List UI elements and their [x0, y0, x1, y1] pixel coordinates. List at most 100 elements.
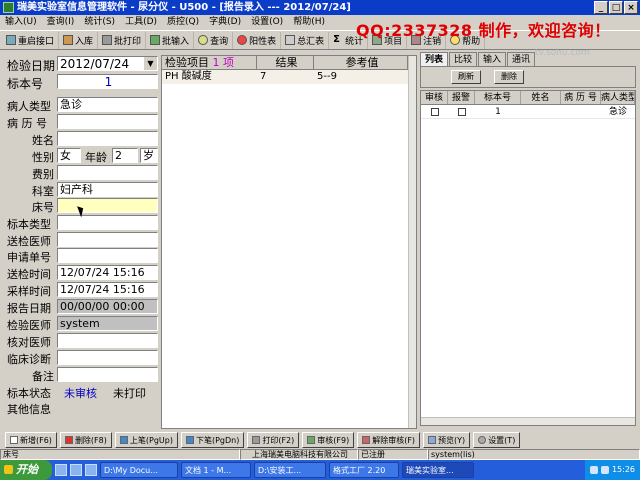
request-no-field[interactable] [57, 248, 158, 263]
report-date-field: 00/00/00 00:00 [57, 299, 158, 314]
new-button[interactable]: 新增(F6) [5, 432, 57, 448]
arrow-up-icon [119, 436, 128, 444]
record-no-field[interactable] [57, 114, 158, 129]
task-format-factory[interactable]: 格式工厂 2.20 [329, 462, 399, 478]
preview-icon [428, 436, 437, 444]
patient-type-field[interactable]: 急诊 [57, 97, 158, 112]
fee-field[interactable] [57, 165, 158, 180]
header-item: 检验项目 1 项 [162, 56, 257, 69]
menu-dict[interactable]: 字典(D) [204, 15, 246, 29]
table-icon [285, 35, 296, 45]
positive-icon [237, 35, 248, 45]
print-button[interactable]: 打印(F2) [247, 432, 300, 448]
delete-list-button[interactable]: 删除 [494, 70, 524, 84]
age-unit-field[interactable]: 岁 [140, 148, 158, 163]
prev-button[interactable]: 上笔(PgUp) [114, 432, 178, 448]
record-no-label: 病 历 号 [7, 117, 47, 130]
menu-query[interactable]: 查询(I) [42, 15, 80, 29]
preview-button[interactable]: 预览(Y) [423, 432, 471, 448]
media-icon[interactable] [85, 464, 97, 476]
test-date-label: 检验日期 [7, 59, 56, 73]
name-field[interactable] [57, 131, 158, 146]
refresh-button[interactable]: 刷新 [451, 70, 481, 84]
menu-settings[interactable]: 设置(O) [246, 15, 288, 29]
specimen-list-panel: 列表 比较 输入 通讯 刷新 删除 审核 报警 标本号 姓名 病 历 号 病人类… [420, 52, 636, 429]
send-time-label: 送检时间 [7, 268, 51, 281]
list-item[interactable]: 1 急诊 [421, 105, 635, 119]
minimize-button[interactable]: _ [594, 1, 608, 14]
toolbar-restart-interface[interactable]: 重启接口 [2, 31, 60, 49]
diagnosis-field[interactable] [57, 350, 158, 365]
name-label: 姓名 [32, 134, 54, 147]
age-label: 年龄 [85, 151, 107, 164]
sample-time-field[interactable]: 12/07/24 15:16 [57, 282, 158, 297]
result-row[interactable]: PH 酸碱度 7 5--9 [162, 70, 416, 84]
result-value[interactable]: 7 [257, 70, 314, 84]
menu-qc[interactable]: 质控(Q) [162, 15, 204, 29]
report-date-label: 报告日期 [7, 302, 51, 315]
action-buttons: 新增(F6) 删除(F8) 上笔(PgUp) 下笔(PgDn) 打印(F2) 审… [0, 431, 640, 449]
tester-label: 检验医师 [7, 319, 51, 332]
remark-field[interactable] [57, 367, 158, 382]
review-button[interactable]: 审核(F9) [302, 432, 355, 448]
close-button[interactable]: × [624, 1, 638, 14]
results-grid: 检验项目 1 项 结果 参考值 PH 酸碱度 7 5--9 [161, 55, 417, 429]
toolbar-query[interactable]: 查询 [194, 31, 234, 49]
new-icon [10, 436, 18, 444]
start-button[interactable]: 开始 [0, 460, 52, 480]
checker-label: 核对医师 [7, 336, 51, 349]
toolbar-batch-print[interactable]: 批打印 [98, 31, 147, 49]
checker-field[interactable] [57, 333, 158, 348]
chevron-down-icon[interactable]: ▼ [144, 57, 157, 70]
specimen-type-field[interactable] [57, 215, 158, 230]
remark-label: 备注 [32, 370, 54, 383]
menu-stats[interactable]: 统计(S) [79, 15, 120, 29]
toolbar-positive-table[interactable]: 阳性表 [233, 31, 282, 49]
settings-button[interactable]: 设置(T) [473, 432, 521, 448]
dept-field[interactable]: 妇产科 [57, 182, 158, 197]
menu-help[interactable]: 帮助(H) [288, 15, 330, 29]
send-time-field[interactable]: 12/07/24 15:16 [57, 265, 158, 280]
review-checkbox[interactable] [430, 108, 439, 116]
maximize-button[interactable]: □ [609, 1, 623, 14]
toolbar-summary-table[interactable]: 总汇表 [281, 31, 330, 49]
list-hscroll[interactable] [421, 417, 635, 425]
tab-comm[interactable]: 通讯 [507, 52, 536, 66]
status-review: 未审核 [64, 387, 97, 400]
sender-field[interactable] [57, 232, 158, 247]
alarm-checkbox[interactable] [457, 108, 466, 116]
tab-input[interactable]: 输入 [478, 52, 507, 66]
task-ruimei-lab[interactable]: 瑞美实验室... [402, 462, 474, 478]
tray-icon[interactable] [600, 466, 609, 474]
age-field[interactable]: 2 [112, 148, 138, 163]
tray-icon[interactable] [589, 466, 598, 474]
result-item: PH 酸碱度 [165, 71, 212, 82]
stock-icon [63, 35, 74, 45]
test-date-field[interactable]: 2012/07/24 ▼ [57, 56, 158, 71]
delete-button[interactable]: 删除(F8) [59, 432, 112, 448]
item-count: 1 项 [212, 56, 235, 69]
results-scrollbar[interactable] [408, 56, 416, 428]
sex-field[interactable]: 女 [57, 148, 81, 163]
sender-label: 送检医师 [7, 235, 51, 248]
task-word-doc[interactable]: 文档 1 - M... [181, 462, 251, 478]
status-registered: 已注册 [358, 449, 428, 460]
result-ref: 5--9 [317, 71, 337, 82]
status-bar: 床号 上海瑞美电脑科技有限公司 已注册 system(lis) [0, 449, 640, 460]
tab-list[interactable]: 列表 [420, 52, 449, 66]
results-header: 检验项目 1 项 结果 参考值 [162, 56, 416, 70]
tab-compare[interactable]: 比较 [449, 52, 478, 66]
menu-input[interactable]: 输入(U) [0, 15, 42, 29]
unreview-button[interactable]: 解除审核(F) [357, 432, 421, 448]
bed-field[interactable] [57, 198, 158, 213]
menu-tools[interactable]: 工具(D) [120, 15, 162, 29]
task-my-documents[interactable]: D:\My Docu... [100, 462, 178, 478]
ie-icon[interactable] [55, 464, 67, 476]
specimen-no-field[interactable]: 1 [57, 74, 158, 89]
toolbar-batch-input[interactable]: 批输入 [146, 31, 195, 49]
desktop-icon[interactable] [70, 464, 82, 476]
next-button[interactable]: 下笔(PgDn) [180, 432, 245, 448]
toolbar-stock-in[interactable]: 入库 [59, 31, 99, 49]
restart-icon [6, 35, 16, 45]
task-install-folder[interactable]: D:\安装工... [254, 462, 326, 478]
